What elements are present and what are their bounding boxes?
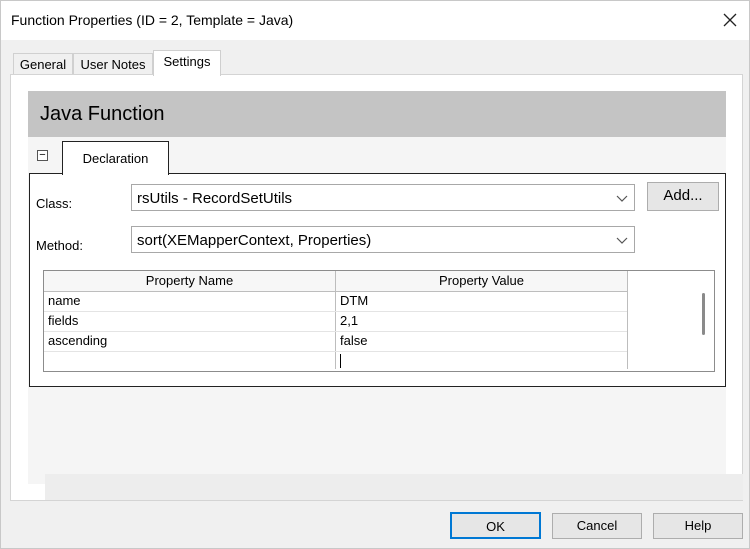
property-grid: Property Name Property Value name DTM fi… bbox=[43, 270, 715, 372]
scrollbar-thumb[interactable] bbox=[702, 293, 705, 335]
function-panel: Java Function − Declaration Class: rsUti… bbox=[28, 91, 743, 500]
tab-user-notes[interactable]: User Notes bbox=[73, 53, 153, 75]
text-cursor bbox=[340, 354, 341, 368]
tab-declaration[interactable]: Declaration bbox=[62, 141, 169, 175]
class-select[interactable]: rsUtils - RecordSetUtils bbox=[131, 184, 635, 211]
ok-button[interactable]: OK bbox=[450, 512, 541, 539]
tab-general[interactable]: General bbox=[13, 53, 73, 75]
column-header-property-value[interactable]: Property Value bbox=[336, 271, 627, 292]
column-header-property-name[interactable]: Property Name bbox=[44, 271, 335, 292]
help-button[interactable]: Help bbox=[653, 513, 743, 539]
header-band: Java Function bbox=[28, 91, 726, 137]
declaration-panel: Class: rsUtils - RecordSetUtils Add... M… bbox=[29, 173, 726, 387]
grid-side-panel bbox=[627, 271, 714, 369]
settings-pane: Java Function − Declaration Class: rsUti… bbox=[10, 74, 743, 501]
method-label: Method: bbox=[36, 238, 83, 253]
add-button[interactable]: Add... bbox=[647, 182, 719, 211]
dialog-window: Function Properties (ID = 2, Template = … bbox=[0, 0, 750, 549]
table-cell-name[interactable]: name bbox=[44, 291, 335, 311]
class-label: Class: bbox=[36, 196, 73, 211]
table-cell-value[interactable]: DTM bbox=[336, 291, 627, 311]
table-cell-value[interactable]: false bbox=[336, 331, 627, 351]
tab-settings[interactable]: Settings bbox=[153, 50, 221, 76]
window-title: Function Properties (ID = 2, Template = … bbox=[11, 12, 294, 28]
table-cell-value[interactable]: 2,1 bbox=[336, 311, 627, 331]
table-cell-name[interactable]: ascending bbox=[44, 331, 335, 351]
close-icon bbox=[723, 13, 737, 30]
title-bar: Function Properties (ID = 2, Template = … bbox=[1, 1, 749, 40]
class-select-value: rsUtils - RecordSetUtils bbox=[137, 190, 293, 207]
method-select[interactable]: sort(XEMapperContext, Properties) bbox=[131, 226, 635, 253]
table-cell-name[interactable]: fields bbox=[44, 311, 335, 331]
close-button[interactable] bbox=[713, 7, 747, 35]
table-cell-value-editing[interactable] bbox=[336, 351, 627, 371]
method-select-value: sort(XEMapperContext, Properties) bbox=[137, 232, 372, 249]
cancel-button[interactable]: Cancel bbox=[552, 513, 642, 539]
chevron-down-icon bbox=[616, 227, 628, 264]
collapse-icon[interactable]: − bbox=[37, 150, 48, 161]
chevron-down-icon bbox=[616, 185, 628, 222]
function-header-title: Java Function bbox=[40, 103, 165, 125]
panel-footer bbox=[45, 474, 743, 500]
table-cell-name[interactable] bbox=[44, 351, 335, 371]
